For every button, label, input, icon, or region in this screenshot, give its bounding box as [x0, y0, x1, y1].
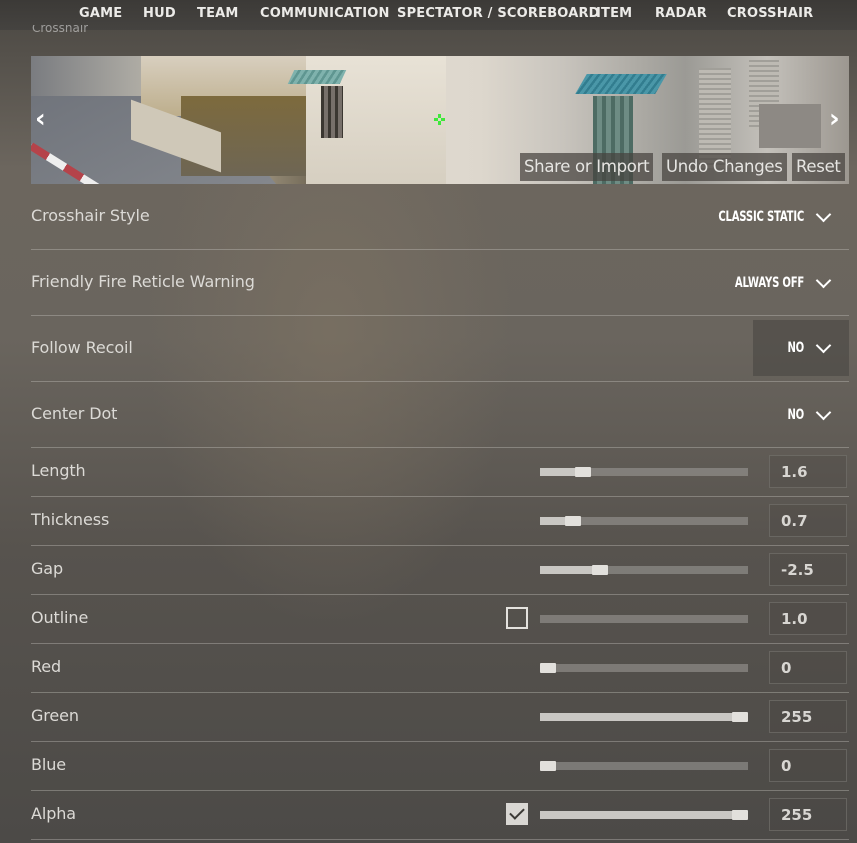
tab-crosshair[interactable]: CROSSHAIR	[727, 6, 813, 21]
setting-label: Blue	[31, 755, 67, 774]
alpha-slider[interactable]	[540, 810, 748, 820]
preview-scene-window	[321, 86, 343, 138]
setting-row-blue: Blue 0	[31, 742, 849, 791]
setting-label: Length	[31, 461, 86, 480]
dropdown-value: NO	[787, 340, 804, 356]
chevron-right-icon[interactable]: ›	[829, 106, 840, 132]
setting-label: Thickness	[31, 510, 110, 529]
crosshair-style-dropdown[interactable]: CLASSIC STATIC	[685, 189, 849, 245]
center-dot-dropdown[interactable]: NO	[781, 387, 849, 443]
crosshair-preview: ‹ › Share or Import Undo Changes Reset	[31, 56, 849, 184]
slider-thumb[interactable]	[732, 810, 748, 820]
chevron-left-icon[interactable]: ‹	[35, 106, 46, 132]
setting-row-center-dot: Center Dot NO	[31, 382, 849, 448]
slider-thumb[interactable]	[732, 712, 748, 722]
setting-label: Red	[31, 657, 62, 676]
tab-communication[interactable]: COMMUNICATION	[260, 6, 390, 21]
green-slider[interactable]	[540, 712, 748, 722]
alpha-value-input[interactable]: 255	[769, 798, 847, 831]
setting-row-green: Green 255	[31, 693, 849, 742]
tab-team[interactable]: TEAM	[197, 6, 239, 21]
setting-label: Green	[31, 706, 79, 725]
outline-checkbox[interactable]	[506, 607, 528, 629]
crosshair-icon	[434, 114, 445, 125]
tab-hud[interactable]: HUD	[143, 6, 176, 21]
setting-label: Center Dot	[31, 404, 118, 423]
undo-changes-button[interactable]: Undo Changes	[662, 153, 787, 181]
dropdown-value: CLASSIC STATIC	[718, 209, 804, 225]
green-value-input[interactable]: 255	[769, 700, 847, 733]
blue-value-input[interactable]: 0	[769, 749, 847, 782]
setting-row-length: Length 1.6	[31, 448, 849, 497]
preview-scene-awning	[575, 74, 667, 94]
alpha-checkbox[interactable]	[506, 803, 528, 825]
chevron-down-icon	[815, 272, 832, 289]
length-value-input[interactable]: 1.6	[769, 455, 847, 488]
tab-spectator-scoreboard[interactable]: SPECTATOR / SCOREBOARD	[397, 6, 600, 21]
blue-slider[interactable]	[540, 761, 748, 771]
tab-item[interactable]: ITEM	[596, 6, 632, 21]
thickness-slider[interactable]	[540, 516, 748, 526]
reset-button[interactable]: Reset	[792, 153, 845, 181]
setting-row-red: Red 0	[31, 644, 849, 693]
preview-scene-awning	[287, 70, 347, 84]
setting-row-gap: Gap -2.5	[31, 546, 849, 595]
dropdown-value: NO	[787, 407, 804, 423]
outline-value-input[interactable]: 1.0	[769, 602, 847, 635]
outline-slider[interactable]	[540, 615, 748, 623]
setting-row-alpha: Alpha 255	[31, 791, 849, 840]
setting-label: Friendly Fire Reticle Warning	[31, 272, 255, 291]
section-heading: Crosshair	[32, 25, 89, 35]
red-slider[interactable]	[540, 663, 748, 673]
setting-label: Alpha	[31, 804, 76, 823]
setting-label: Follow Recoil	[31, 338, 133, 357]
setting-row-follow-recoil: Follow Recoil NO	[31, 316, 849, 382]
chevron-down-icon	[815, 337, 832, 354]
share-or-import-button[interactable]: Share or Import	[520, 153, 654, 181]
slider-fill	[540, 566, 600, 574]
gap-value-input[interactable]: -2.5	[769, 553, 847, 586]
slider-thumb[interactable]	[575, 467, 591, 477]
friendly-fire-warning-dropdown[interactable]: ALWAYS OFF	[708, 255, 849, 311]
gap-slider[interactable]	[540, 565, 748, 575]
slider-thumb[interactable]	[592, 565, 608, 575]
slider-fill	[540, 811, 740, 819]
setting-row-crosshair-style: Crosshair Style CLASSIC STATIC	[31, 184, 849, 250]
thickness-value-input[interactable]: 0.7	[769, 504, 847, 537]
setting-label: Outline	[31, 608, 89, 627]
chevron-down-icon	[815, 206, 832, 223]
setting-row-thickness: Thickness 0.7	[31, 497, 849, 546]
dropdown-value: ALWAYS OFF	[734, 275, 804, 291]
chevron-down-icon	[815, 404, 832, 421]
setting-row-friendly-fire-reticle-warning: Friendly Fire Reticle Warning ALWAYS OFF	[31, 250, 849, 316]
setting-label: Gap	[31, 559, 64, 578]
setting-row-outline: Outline 1.0	[31, 595, 849, 644]
top-nav: GAME HUD TEAM COMMUNICATION SPECTATOR / …	[0, 0, 857, 30]
red-value-input[interactable]: 0	[769, 651, 847, 684]
follow-recoil-dropdown[interactable]: NO	[753, 320, 849, 376]
slider-fill	[540, 713, 740, 721]
slider-thumb[interactable]	[540, 761, 556, 771]
slider-thumb[interactable]	[540, 663, 556, 673]
tab-game[interactable]: GAME	[79, 6, 122, 21]
tab-radar[interactable]: RADAR	[655, 6, 707, 21]
length-slider[interactable]	[540, 467, 748, 477]
slider-thumb[interactable]	[565, 516, 581, 526]
preview-scene-crate	[759, 104, 821, 148]
setting-label: Crosshair Style	[31, 206, 150, 225]
